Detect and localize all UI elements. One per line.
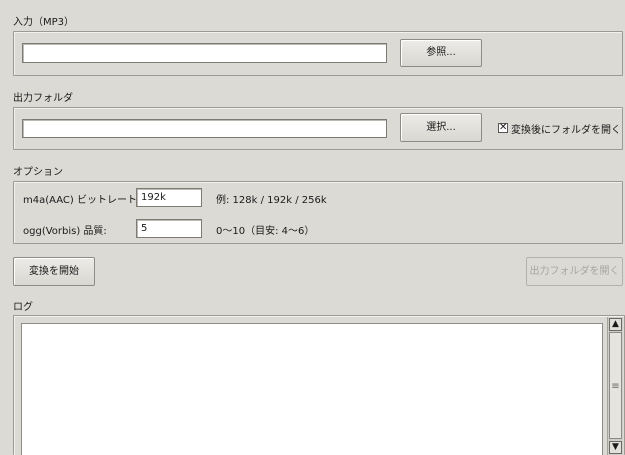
- ogg-quality-label: ogg(Vorbis) 品質:: [23, 226, 107, 237]
- input-frame: 参照...: [13, 31, 623, 76]
- output-frame: 選択... ✕ 変換後にフォルダを開く: [13, 107, 623, 150]
- scroll-thumb[interactable]: ≡: [609, 332, 622, 439]
- ogg-quality-hint: 0〜10（目安: 4〜6）: [216, 226, 315, 237]
- output-folder-field[interactable]: [22, 119, 387, 138]
- scroll-down-arrow-icon[interactable]: ▼: [609, 441, 622, 454]
- start-conversion-button[interactable]: 変換を開始: [13, 257, 95, 286]
- m4a-bitrate-label: m4a(AAC) ビットレート:: [23, 195, 141, 206]
- log-textarea[interactable]: [21, 323, 603, 455]
- open-after-label: 変換後にフォルダを開く: [511, 125, 621, 136]
- output-section-label: 出力フォルダ: [13, 93, 73, 104]
- browse-button[interactable]: 参照...: [400, 39, 482, 67]
- m4a-bitrate-input[interactable]: 192k: [136, 188, 202, 207]
- options-frame: m4a(AAC) ビットレート: 192k 例: 128k / 192k / 2…: [13, 181, 623, 244]
- open-output-folder-button[interactable]: 出力フォルダを開く: [526, 257, 623, 286]
- ogg-quality-input[interactable]: 5: [136, 219, 202, 238]
- log-frame: ▲ ≡ ▼: [13, 315, 625, 455]
- scroll-up-arrow-icon[interactable]: ▲: [609, 318, 622, 331]
- options-section-label: オプション: [13, 167, 63, 178]
- select-folder-button[interactable]: 選択...: [400, 113, 482, 142]
- log-section-label: ログ: [13, 302, 33, 313]
- log-scrollbar[interactable]: ▲ ≡ ▼: [607, 317, 623, 455]
- input-file-field[interactable]: [22, 43, 387, 63]
- scroll-grip-icon: ≡: [611, 381, 620, 392]
- input-section-label: 入力（MP3）: [13, 17, 75, 28]
- open-after-checkbox[interactable]: ✕: [498, 123, 508, 133]
- m4a-bitrate-hint: 例: 128k / 192k / 256k: [216, 195, 327, 206]
